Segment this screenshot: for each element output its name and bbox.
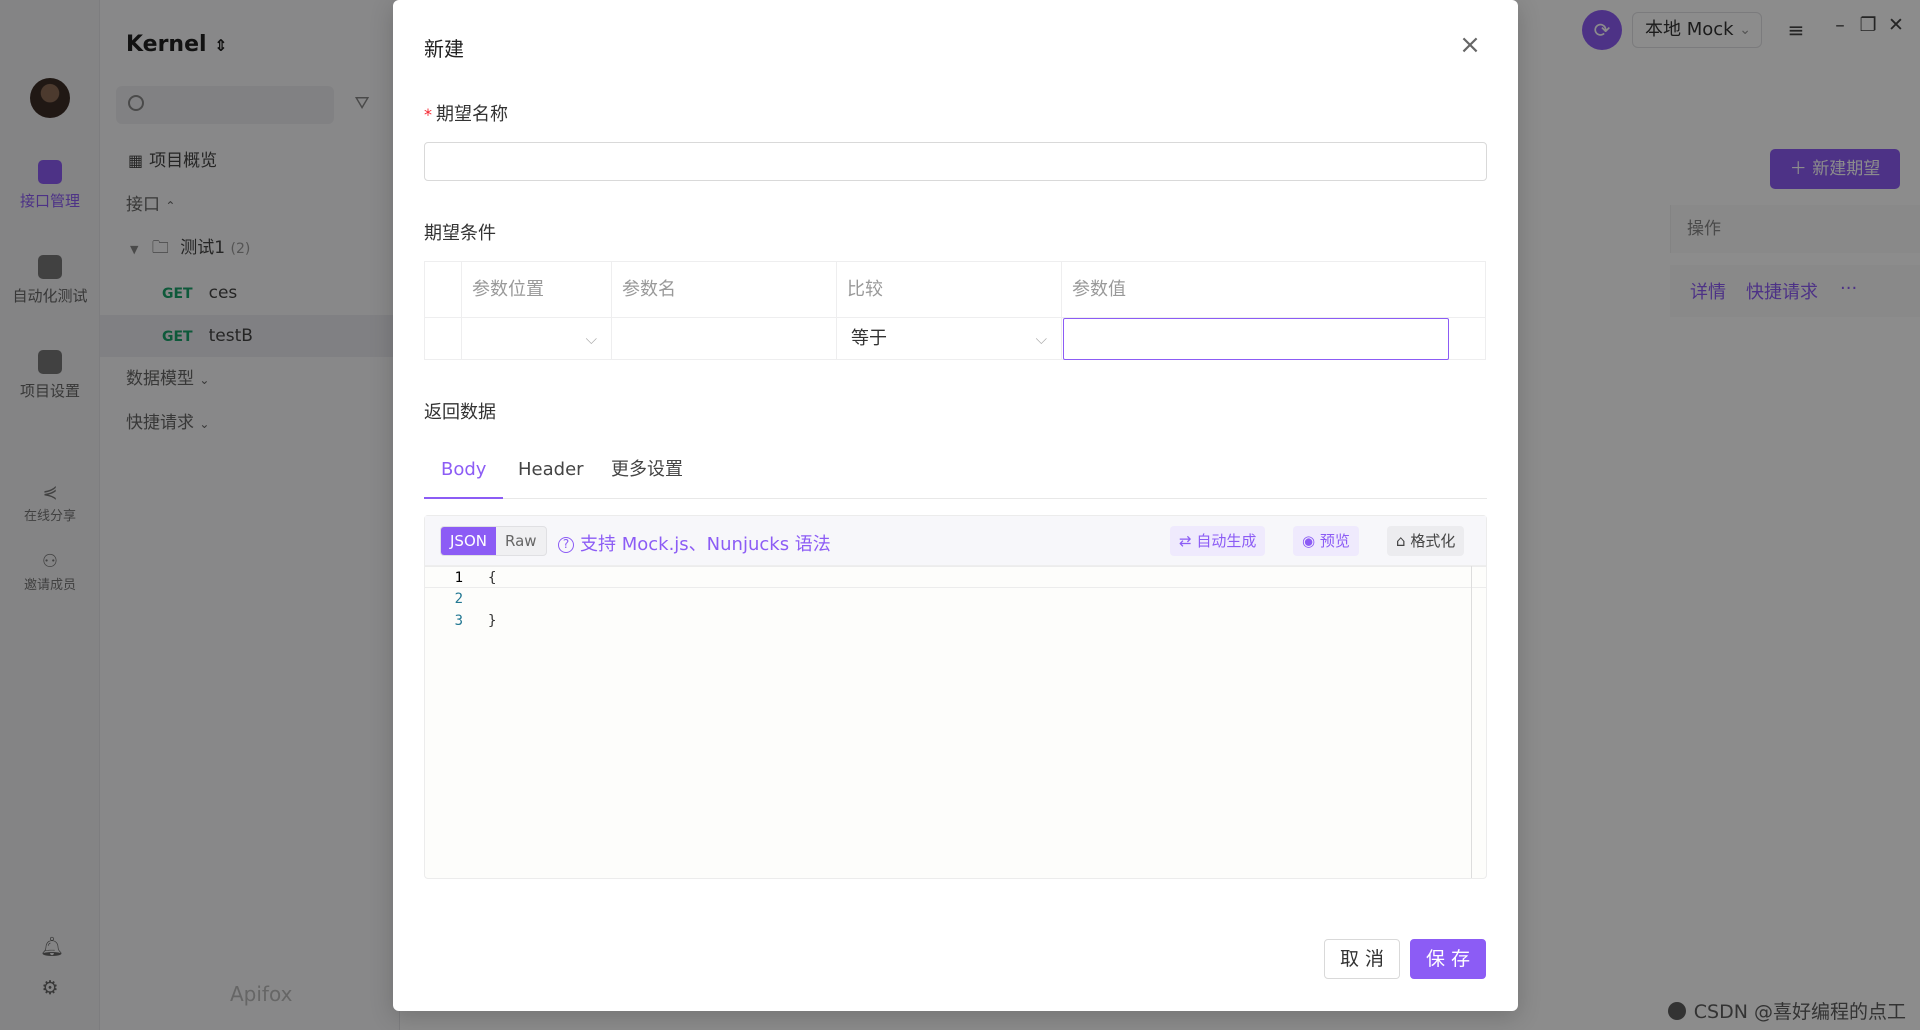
save-button[interactable]: 保 存	[1410, 939, 1486, 979]
header-cell: 比较	[837, 262, 1062, 318]
header-cell	[425, 262, 462, 318]
format-toggle: JSON Raw	[440, 526, 547, 556]
compare-select[interactable]: 等于 ⌵	[837, 318, 1062, 360]
editor-toolbar: JSON Raw ? 支持 Mock.js、Nunjucks 语法 ⇄ 自动生成 ◉…	[425, 516, 1486, 566]
code-area[interactable]: 1 { 2 3 }	[425, 566, 1487, 878]
line-number: 3	[454, 613, 463, 629]
format-icon: ⌂	[1396, 532, 1406, 550]
swap-icon: ⇄	[1179, 532, 1192, 550]
github-icon	[1667, 1002, 1686, 1020]
position-select[interactable]: ⌵	[462, 318, 612, 360]
help-icon: ?	[558, 537, 574, 553]
code-text: {	[488, 570, 497, 586]
row-handle[interactable]	[425, 318, 462, 360]
syntax-hint-link[interactable]: ? 支持 Mock.js、Nunjucks 语法	[558, 530, 831, 556]
condition-header-row: 参数位置 参数名 比较 参数值	[425, 262, 1485, 318]
format-json-button[interactable]: JSON	[441, 527, 496, 555]
editor-scrollbar[interactable]	[1471, 566, 1472, 878]
header-cell: 参数值	[1072, 279, 1126, 300]
line-number: 2	[454, 591, 463, 607]
expectation-name-input[interactable]	[424, 142, 1487, 181]
watermark: CSDN @喜好编程的点工	[1667, 997, 1906, 1024]
tab-body[interactable]: Body	[424, 452, 504, 499]
preview-button[interactable]: ◉ 预览	[1293, 526, 1359, 556]
close-icon[interactable]: ×	[1458, 32, 1482, 58]
condition-table: 参数位置 参数名 比较 参数值 ⌵ 等于 ⌵	[424, 261, 1486, 360]
name-label: * 期望名称	[424, 104, 508, 125]
header-cell: 参数名	[612, 262, 837, 318]
cancel-button[interactable]: 取 消	[1324, 939, 1400, 979]
chevron-down-icon: ⌵	[1035, 330, 1047, 348]
return-data-tabs: Body Header 更多设置	[424, 452, 1487, 499]
modal-title: 新建	[424, 37, 464, 61]
required-mark: *	[424, 105, 432, 124]
param-name-input[interactable]	[612, 318, 837, 360]
code-text: }	[488, 613, 497, 629]
eye-icon: ◉	[1302, 532, 1316, 550]
chevron-down-icon: ⌵	[585, 330, 597, 348]
new-expectation-modal: 新建 × *期望名称 期望条件 参数位置 参数名 比较 参数值 ⌵ 等于 ⌵	[393, 0, 1518, 1011]
response-body-editor[interactable]: JSON Raw ? 支持 Mock.js、Nunjucks 语法 ⇄ 自动生成 ◉…	[424, 515, 1487, 879]
code-line: 3 }	[425, 610, 1472, 632]
format-button[interactable]: ⌂ 格式化	[1387, 526, 1465, 556]
tab-more-settings[interactable]: 更多设置	[594, 452, 700, 499]
condition-row: ⌵ 等于 ⌵	[425, 318, 1485, 360]
code-line: 1 {	[425, 566, 1487, 588]
auto-generate-button[interactable]: ⇄ 自动生成	[1170, 526, 1266, 556]
code-line: 2	[425, 588, 1472, 610]
param-value-input[interactable]	[1063, 318, 1449, 360]
return-data-label: 返回数据	[424, 402, 496, 423]
condition-label: 期望条件	[424, 223, 496, 244]
tab-header[interactable]: Header	[501, 452, 601, 499]
line-number: 1	[454, 570, 463, 586]
format-raw-button[interactable]: Raw	[496, 527, 546, 555]
header-cell: 参数位置	[462, 262, 612, 318]
